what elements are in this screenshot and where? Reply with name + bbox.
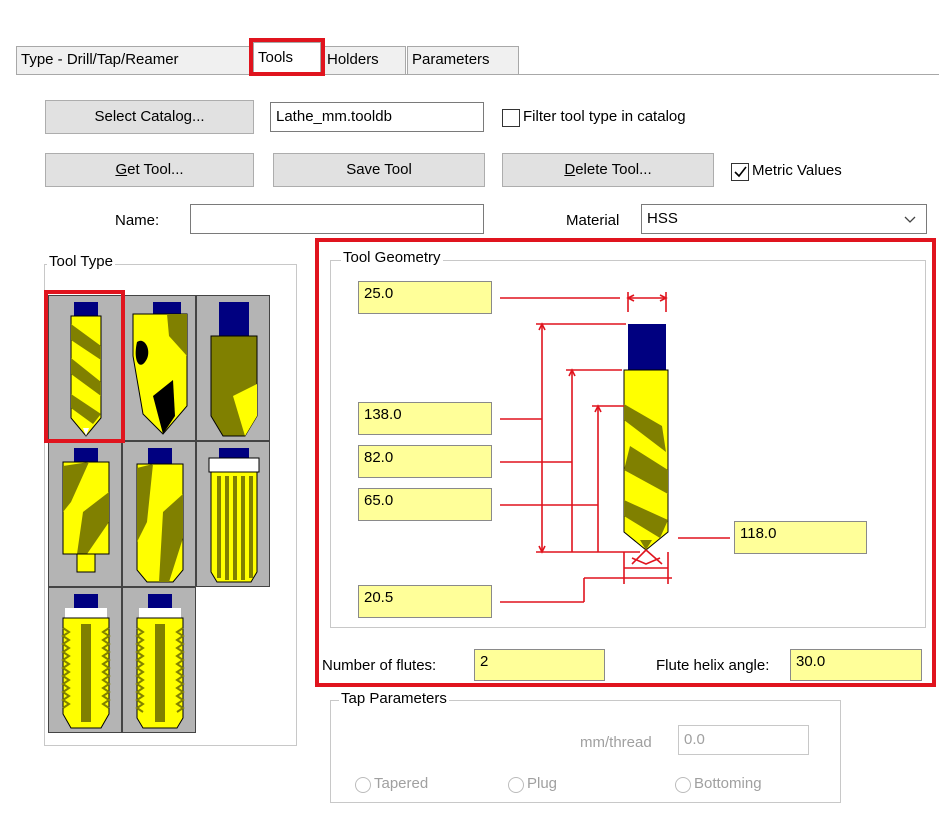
tool-type-twist-drill[interactable] — [48, 295, 122, 441]
mm-per-thread-label: mm/thread — [580, 734, 652, 751]
filter-tool-type-label: Filter tool type in catalog — [523, 108, 686, 125]
tab-strip-baseline — [16, 74, 939, 75]
center-drill-icon — [210, 302, 258, 437]
tab-holders[interactable]: Holders — [322, 46, 406, 74]
tab-type[interactable]: Type - Drill/Tap/Reamer — [16, 46, 251, 74]
shank-diameter-field[interactable]: 25.0 — [358, 281, 492, 314]
delete-tool-button[interactable]: Delete Tool... — [502, 153, 714, 187]
step-drill-icon — [62, 448, 110, 573]
plug-label: Plug — [527, 775, 558, 792]
tool-type-step-drill[interactable] — [48, 441, 122, 587]
material-select[interactable]: HSS — [641, 204, 927, 234]
spot-drill-icon — [132, 302, 188, 435]
name-label: Name: — [115, 212, 160, 229]
name-input[interactable] — [190, 204, 484, 234]
tool-type-tap-plug[interactable] — [122, 587, 196, 733]
bottoming-label: Bottoming — [694, 775, 762, 792]
filter-tool-type-checkbox[interactable] — [502, 109, 520, 127]
tool-geometry-title: Tool Geometry — [341, 249, 443, 266]
bottoming-radio[interactable] — [675, 777, 691, 793]
tool-type-center-drill[interactable] — [196, 295, 270, 441]
tab-parameters-label: Parameters — [412, 51, 490, 68]
checkmark-icon — [734, 166, 747, 178]
metric-values-label: Metric Values — [752, 162, 842, 179]
tool-geometry-group — [330, 260, 926, 628]
tap-plug-icon — [135, 594, 185, 729]
tab-type-label: Type - Drill/Tap/Reamer — [21, 51, 179, 68]
point-angle-field[interactable]: 118.0 — [734, 521, 867, 554]
tap-parameters-title: Tap Parameters — [339, 690, 449, 707]
tapered-radio[interactable] — [355, 777, 371, 793]
body-length-field[interactable]: 82.0 — [358, 445, 492, 478]
reamer-icon — [208, 448, 260, 583]
flute-helix-angle-label: Flute helix angle: — [656, 657, 770, 674]
tab-holders-label: Holders — [327, 51, 379, 68]
get-tool-mnemonic: G — [115, 161, 128, 178]
tool-type-tap-tapered[interactable] — [48, 587, 122, 733]
tab-tools-label: Tools — [258, 49, 294, 66]
material-label: Material — [566, 212, 620, 229]
flute-helix-angle-field[interactable]: 30.0 — [790, 649, 922, 681]
plug-radio[interactable] — [508, 777, 524, 793]
overall-length-field[interactable]: 138.0 — [358, 402, 492, 435]
metric-values-checkbox[interactable] — [731, 163, 749, 181]
tab-tools[interactable]: Tools — [253, 42, 321, 75]
number-of-flutes-label: Number of flutes: — [322, 657, 437, 674]
diameter-field[interactable]: 20.5 — [358, 585, 492, 618]
get-tool-label: et Tool... — [127, 161, 184, 178]
get-tool-button[interactable]: Get Tool... — [45, 153, 254, 187]
tool-type-spot-drill[interactable] — [122, 295, 196, 441]
chevron-down-icon — [904, 216, 916, 223]
save-tool-button[interactable]: Save Tool — [273, 153, 485, 187]
delete-tool-mnemonic: D — [564, 161, 576, 178]
catalog-file-field[interactable]: Lathe_mm.tooldb — [270, 102, 484, 132]
core-drill-icon — [136, 448, 184, 583]
select-catalog-button[interactable]: Select Catalog... — [45, 100, 254, 134]
tapered-label: Tapered — [374, 775, 429, 792]
twist-drill-icon — [70, 302, 102, 437]
number-of-flutes-field[interactable]: 2 — [474, 649, 605, 681]
tab-parameters[interactable]: Parameters — [407, 46, 519, 74]
tool-type-title: Tool Type — [47, 253, 115, 270]
mm-per-thread-field[interactable]: 0.0 — [678, 725, 809, 755]
tool-type-core-drill[interactable] — [122, 441, 196, 587]
material-select-value: HSS — [647, 210, 678, 227]
flute-length-field[interactable]: 65.0 — [358, 488, 492, 521]
tap-tapered-icon — [61, 594, 111, 729]
tool-type-reamer[interactable] — [196, 441, 270, 587]
delete-tool-label: elete Tool... — [575, 161, 652, 178]
